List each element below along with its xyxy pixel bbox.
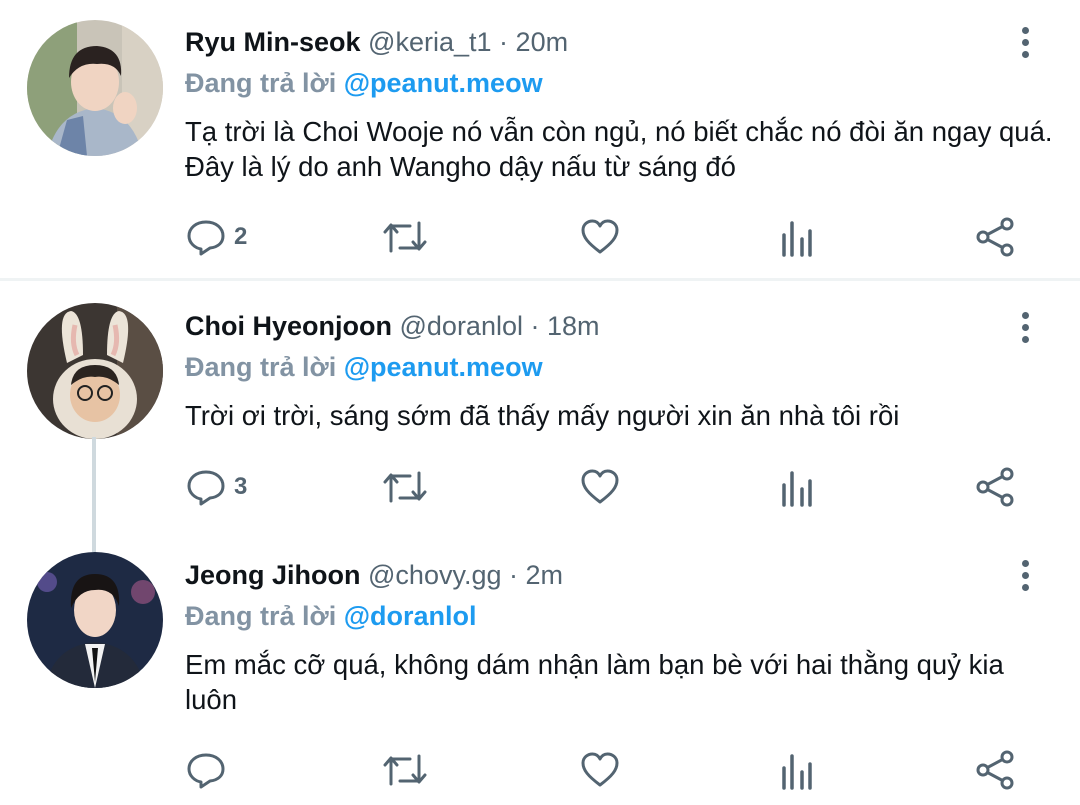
- replying-to-label: Đang trả lời: [185, 68, 344, 98]
- tweet-header: Jeong Jihoon @chovy.gg · 2m: [185, 559, 563, 591]
- heart-icon: [581, 469, 619, 504]
- tweet-text: Tạ trời là Choi Wooje nó vẫn còn ngủ, nó…: [185, 116, 1053, 182]
- reply-button[interactable]: 3: [186, 462, 247, 512]
- separator-dot: ·: [499, 27, 509, 57]
- tweet[interactable]: Jeong Jihoon @chovy.gg · 2m Đang trả lời…: [0, 541, 1080, 805]
- retweet-button[interactable]: [382, 462, 428, 512]
- display-name[interactable]: Choi Hyeonjoon: [185, 311, 392, 341]
- analytics-button[interactable]: [780, 212, 814, 262]
- avatar[interactable]: [27, 20, 163, 156]
- tweet-header: Choi Hyeonjoon @doranlol · 18m: [185, 310, 600, 342]
- reply-icon: [187, 470, 225, 506]
- more-options-icon[interactable]: [1008, 22, 1042, 62]
- tweet-header: Ryu Min-seok @keria_t1 · 20m: [185, 26, 568, 58]
- reply-icon: [187, 753, 225, 789]
- reply-button[interactable]: [186, 745, 234, 795]
- retweet-button[interactable]: [382, 212, 428, 262]
- reply-mention-link[interactable]: @peanut.meow: [344, 352, 543, 382]
- analytics-icon: [782, 221, 812, 257]
- more-options-icon[interactable]: [1008, 555, 1042, 595]
- reply-button[interactable]: 2: [186, 212, 247, 262]
- display-name[interactable]: Ryu Min-seok: [185, 27, 361, 57]
- analytics-icon: [782, 471, 812, 507]
- separator-dot: ·: [509, 560, 519, 590]
- share-button[interactable]: [974, 462, 1016, 512]
- like-button[interactable]: [580, 212, 620, 262]
- display-name[interactable]: Jeong Jihoon: [185, 560, 361, 590]
- replying-to: Đang trả lời @peanut.meow: [185, 67, 543, 99]
- share-button[interactable]: [974, 745, 1016, 795]
- reply-mention-link[interactable]: @peanut.meow: [344, 68, 543, 98]
- timestamp[interactable]: 2m: [526, 560, 564, 590]
- heart-icon: [581, 219, 619, 254]
- tweet-text: Trời ơi trời, sáng sớm đã thấy mấy người…: [185, 400, 900, 431]
- avatar[interactable]: [27, 303, 163, 439]
- user-handle[interactable]: @keria_t1: [368, 27, 491, 57]
- tweet-actions: 3: [0, 462, 1080, 512]
- like-button[interactable]: [580, 745, 620, 795]
- analytics-icon: [782, 754, 812, 790]
- separator-dot: ·: [530, 311, 540, 341]
- tweet-actions: 2: [0, 212, 1080, 262]
- tweet[interactable]: Choi Hyeonjoon @doranlol · 18m Đang trả …: [0, 281, 1080, 552]
- replying-to-label: Đang trả lời: [185, 352, 344, 382]
- share-icon: [976, 750, 1014, 790]
- share-icon: [976, 467, 1014, 507]
- retweet-icon: [383, 754, 427, 786]
- tweet-actions: [0, 745, 1080, 795]
- retweet-button[interactable]: [382, 745, 428, 795]
- replying-to-label: Đang trả lời: [185, 601, 344, 631]
- share-icon: [976, 217, 1014, 257]
- timestamp[interactable]: 20m: [516, 27, 569, 57]
- reply-count: 2: [234, 223, 248, 250]
- retweet-icon: [383, 221, 427, 253]
- replying-to: Đang trả lời @peanut.meow: [185, 351, 543, 383]
- reply-count: 3: [234, 473, 248, 500]
- heart-icon: [581, 752, 619, 787]
- avatar[interactable]: [27, 552, 163, 688]
- user-handle[interactable]: @doranlol: [400, 311, 523, 341]
- reply-mention-link[interactable]: @doranlol: [344, 601, 477, 631]
- timestamp[interactable]: 18m: [547, 311, 600, 341]
- share-button[interactable]: [974, 212, 1016, 262]
- analytics-button[interactable]: [780, 745, 814, 795]
- replying-to: Đang trả lời @doranlol: [185, 600, 477, 632]
- more-options-icon[interactable]: [1008, 307, 1042, 347]
- analytics-button[interactable]: [780, 462, 814, 512]
- tweet[interactable]: Ryu Min-seok @keria_t1 · 20m Đang trả lờ…: [0, 0, 1080, 278]
- retweet-icon: [383, 471, 427, 503]
- reply-icon: [187, 220, 225, 256]
- user-handle[interactable]: @chovy.gg: [368, 560, 501, 590]
- like-button[interactable]: [580, 462, 620, 512]
- tweet-text: Em mắc cỡ quá, không dám nhận làm bạn bè…: [185, 649, 1004, 715]
